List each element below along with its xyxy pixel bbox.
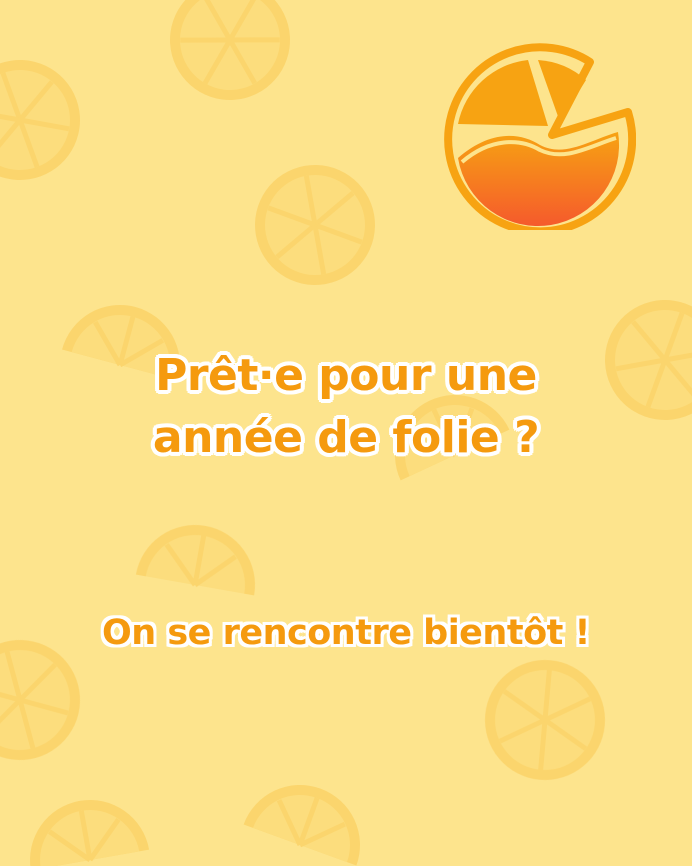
subheadline: On se rencontre bientôt !: [101, 613, 591, 653]
headline: Prêt·e pour une année de folie ?: [0, 345, 692, 469]
headline-line-2: année de folie ?: [152, 412, 540, 463]
headline-line-1: Prêt·e pour une: [155, 350, 537, 401]
orange-slice-logo-icon: [444, 43, 636, 230]
